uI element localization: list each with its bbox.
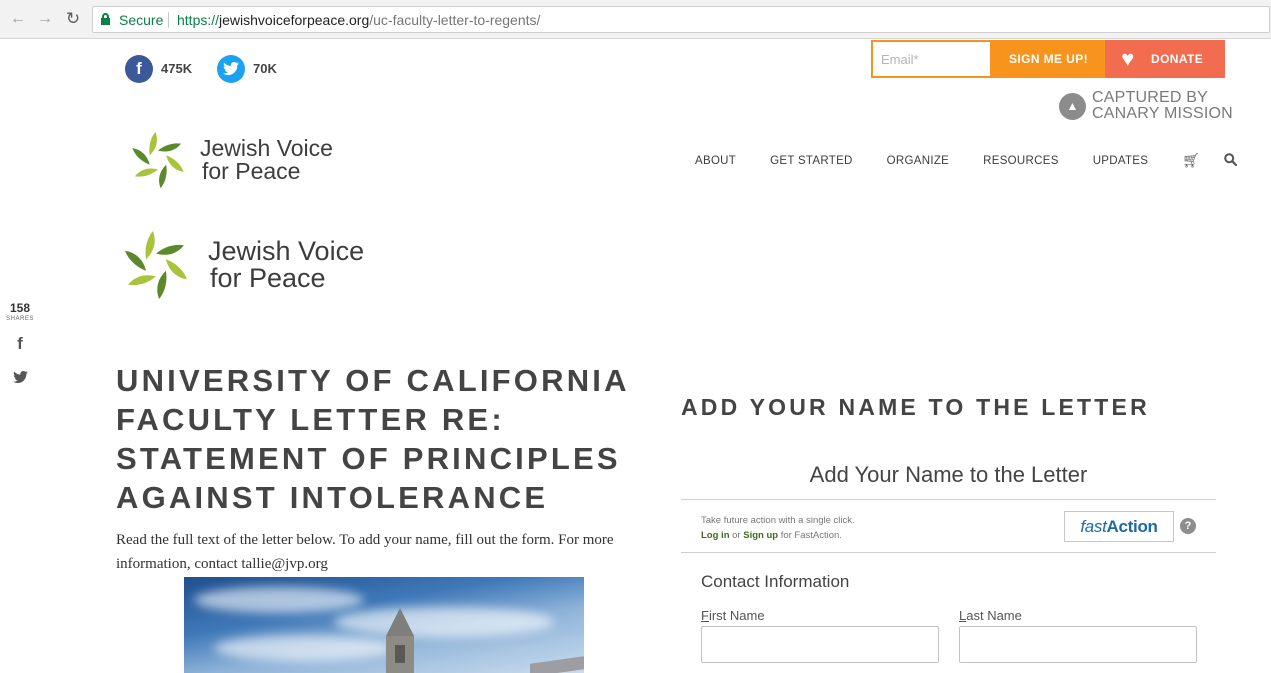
fastaction-brand-bold: Action (1106, 517, 1158, 536)
tower-window-shape (395, 645, 405, 663)
first-name-label: First Name (701, 608, 765, 623)
facebook-icon: f (125, 54, 153, 83)
search-icon[interactable] (1224, 152, 1238, 169)
canary-text: CAPTURED BY CANARY MISSION (1092, 90, 1233, 122)
share-rail: 158 SHARES f (0, 301, 40, 386)
fastaction-blurb: Take future action with a single click. … (701, 513, 855, 543)
first-name-accesskey: F (701, 608, 709, 623)
twitter-count: 70K (253, 61, 277, 76)
forward-arrow-icon[interactable]: → (34, 8, 56, 30)
facebook-follow[interactable]: f 475K (125, 54, 193, 83)
email-placeholder: Email* (881, 52, 919, 67)
twitter-share-icon[interactable] (0, 370, 40, 386)
or-text: or (732, 530, 741, 541)
twitter-icon (217, 54, 245, 83)
first-name-field[interactable] (701, 626, 939, 663)
canary-mission-stamp: ▲ CAPTURED BY CANARY MISSION (1059, 90, 1233, 122)
canary-line-1: CAPTURED BY (1092, 89, 1208, 106)
logo-line-1: Jewish Voice (200, 135, 333, 161)
share-count: 158 (9, 301, 31, 315)
url-path: /uc-faculty-letter-to-regents/ (369, 12, 541, 28)
email-signup-input[interactable]: Email* (871, 40, 992, 78)
cart-icon[interactable]: 🛒︎ (1182, 152, 1200, 169)
leaf-wreath-icon (132, 131, 184, 189)
for-fastaction-text: for FastAction. (780, 530, 842, 541)
donate-button[interactable]: ♥ DONATE (1105, 40, 1225, 78)
twitter-follow[interactable]: 70K (217, 54, 277, 83)
address-bar[interactable]: Secure https://jewishvoiceforpeace.org/u… (92, 6, 1270, 33)
donate-label: DONATE (1151, 52, 1204, 66)
sign-me-up-button[interactable]: SIGN ME UP! (992, 40, 1105, 78)
lock-icon (101, 13, 110, 25)
last-name-label: Last Name (959, 608, 1022, 623)
form-divider-bottom (681, 552, 1216, 553)
fastaction-tagline: Take future action with a single click. (701, 515, 855, 526)
panel-heading: ADD YOUR NAME TO THE LETTER (681, 394, 1150, 420)
leaf-wreath-icon (125, 231, 187, 299)
url-scheme: https:// (177, 12, 220, 28)
facebook-share-icon[interactable]: f (0, 334, 40, 354)
canary-bird-icon: ▲ (1059, 92, 1086, 120)
login-link[interactable]: Log in (701, 530, 730, 541)
contact-heading: Contact Information (701, 572, 850, 591)
fastaction-login-line: Log in or Sign up for FastAction. (701, 528, 855, 543)
page-logo: Jewish Voice for Peace (115, 222, 364, 308)
heart-icon: ♥ (1121, 46, 1135, 71)
fastaction-brand-light: fast (1080, 517, 1107, 536)
form-divider-top (681, 499, 1216, 500)
nav-item-get-started[interactable]: GET STARTED (770, 155, 853, 167)
tower-spire-shape (386, 608, 414, 636)
url-text[interactable]: https://jewishvoiceforpeace.org/uc-facul… (177, 12, 540, 28)
first-name-label-rest: irst Name (708, 608, 765, 623)
page-logo-line-2: for Peace (210, 263, 326, 293)
fastaction-button[interactable]: fastAction (1064, 511, 1174, 542)
site-logo[interactable]: Jewish Voice for Peace (124, 125, 333, 195)
browser-toolbar: ← → ↻ Secure https://jewishvoiceforpeace… (0, 0, 1271, 39)
campus-tower-photo (184, 577, 584, 673)
article-intro: Read the full text of the letter below. … (116, 532, 614, 572)
page-logo-line-1: Jewish Voice (208, 236, 365, 266)
reload-icon[interactable]: ↻ (62, 8, 84, 30)
nav-item-resources[interactable]: RESOURCES (983, 155, 1059, 167)
help-icon[interactable]: ? (1180, 518, 1196, 534)
last-name-label-rest: ast Name (966, 608, 1022, 623)
nav-item-organize[interactable]: ORGANIZE (887, 155, 949, 167)
url-host: jewishvoiceforpeace.org (219, 12, 370, 28)
nav-item-about[interactable]: ABOUT (695, 155, 736, 167)
logo-line-2: for Peace (202, 158, 301, 184)
main-navigation: ABOUT GET STARTED ORGANIZE RESOURCES UPD… (695, 152, 1261, 169)
share-label: SHARES (6, 316, 34, 322)
page-title: UNIVERSITY OF CALIFORNIA FACULTY LETTER … (116, 363, 629, 515)
address-divider (168, 12, 169, 28)
secure-label: Secure (119, 12, 164, 28)
back-arrow-icon[interactable]: ← (7, 8, 29, 30)
page-logo-wordmark: Jewish Voice for Peace (208, 238, 364, 292)
nav-item-updates[interactable]: UPDATES (1093, 155, 1149, 167)
facebook-count: 475K (161, 61, 193, 76)
canary-line-2: CANARY MISSION (1092, 105, 1233, 122)
signup-link[interactable]: Sign up (743, 530, 778, 541)
logo-wordmark: Jewish Voice for Peace (200, 137, 333, 183)
form-title: Add Your Name to the Letter (809, 462, 1088, 487)
last-name-field[interactable] (959, 626, 1197, 663)
